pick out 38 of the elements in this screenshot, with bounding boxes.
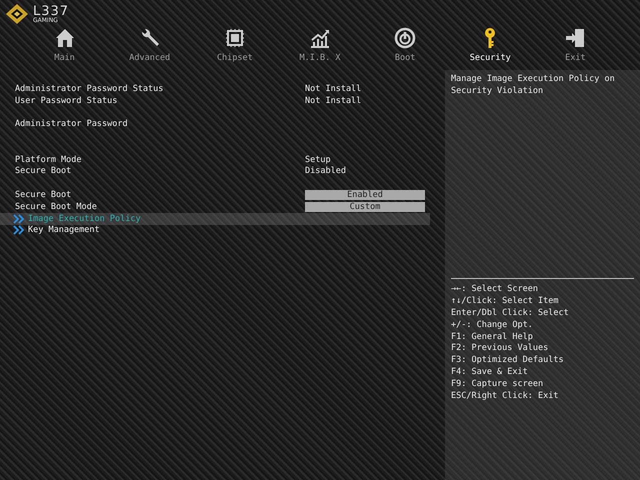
key-hint: →←: Select Screen: [451, 284, 539, 296]
key-hint: F1: General Help: [451, 332, 534, 344]
key-hint: Enter/Dbl Click: Select: [451, 308, 570, 320]
key-hint: F9: Capture screen: [451, 379, 544, 392]
submenu-item[interactable]: Key Management: [0, 224, 430, 236]
key-hint: +/-: Change Opt.: [451, 320, 534, 332]
nav-tab[interactable]: Exit: [532, 26, 618, 63]
logo-icon: [4, 2, 30, 26]
option-value[interactable]: Enabled: [305, 190, 425, 200]
setting-label: Administrator Password Status: [15, 84, 164, 94]
setting-value: Not Install: [305, 84, 362, 94]
setting-label: Secure Boot Mode: [15, 202, 98, 212]
nav-tab[interactable]: Boot: [362, 26, 448, 63]
nav-tab[interactable]: Advanced: [107, 26, 192, 63]
chevron-icon: [13, 225, 25, 236]
setting-label: Secure Boot: [15, 190, 72, 200]
nav-tab[interactable]: Chipset: [192, 26, 278, 63]
setting-label: Administrator Password: [15, 119, 129, 130]
setting-value: Setup: [305, 154, 331, 165]
setting-label: Platform Mode: [15, 154, 83, 165]
nav-tab[interactable]: M.I.B. X: [277, 26, 363, 63]
help-text: Manage Image Execution Policy on Security Violation: [451, 73, 616, 97]
key-hint: F2: Previous Values: [451, 343, 550, 356]
setting-label: User Password Status: [15, 96, 118, 106]
power-icon: [393, 26, 418, 50]
key-hint: ESC/Right Click: Exit: [451, 391, 560, 403]
logo-title: L337: [33, 4, 70, 18]
setting-value: Disabled: [305, 166, 346, 176]
submenu-item[interactable]: Image Execution Policy: [0, 212, 430, 225]
nav-tab[interactable]: Main: [22, 26, 108, 63]
chevron-icon: [13, 214, 25, 224]
key-hint: F4: Save & Exit: [451, 367, 529, 380]
key-hint: ↑↓/Click: Select Item: [451, 296, 560, 308]
setting-label: Secure Boot: [15, 166, 72, 176]
option-value[interactable]: Custom: [305, 202, 425, 212]
key-hint: F3: Optimized Defaults: [451, 355, 565, 368]
nav-tab[interactable]: Security: [448, 26, 533, 63]
setting-value: Not Install: [305, 96, 362, 106]
